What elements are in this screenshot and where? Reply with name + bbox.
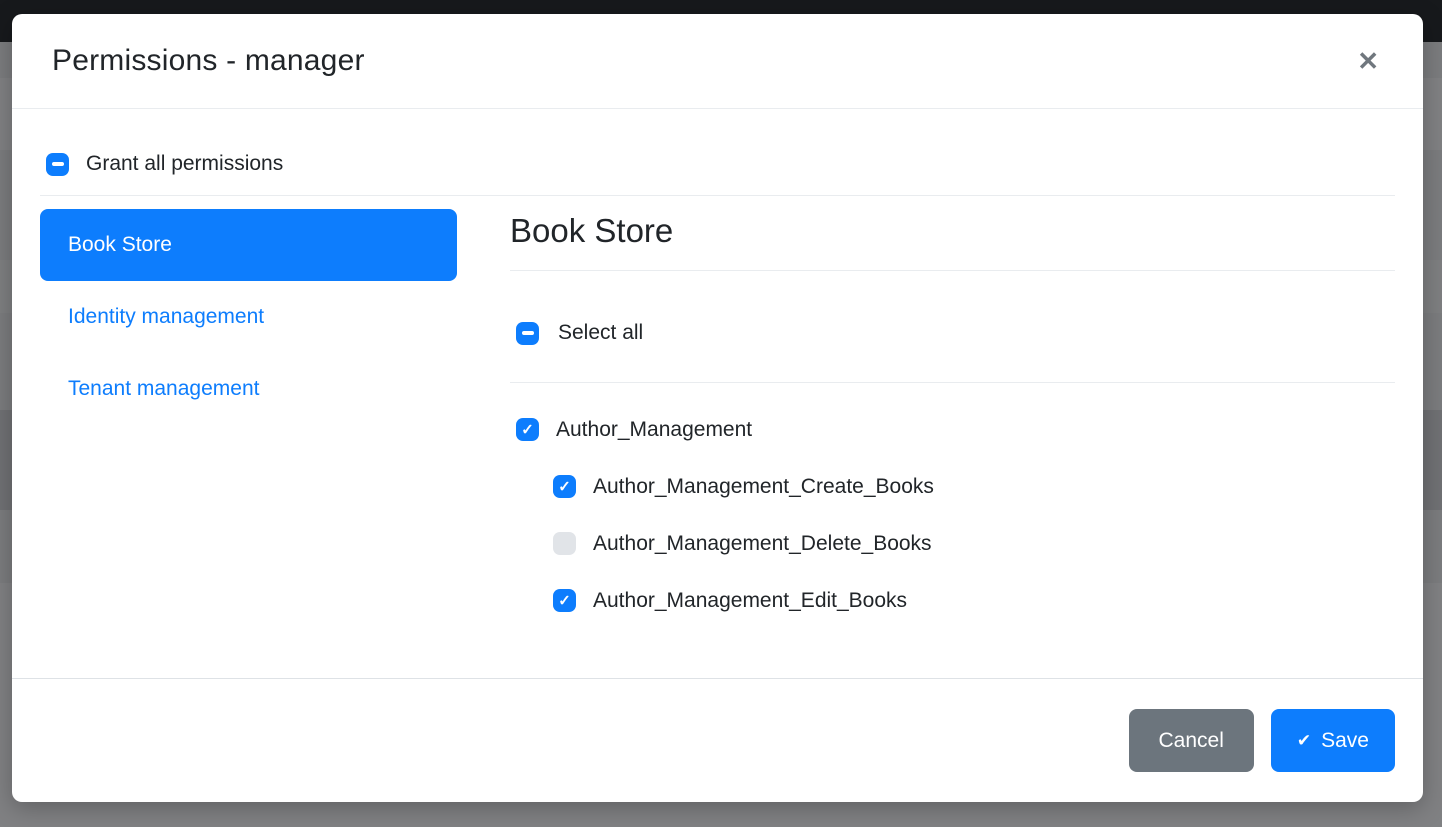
close-icon[interactable]: ✕ [1353, 44, 1383, 78]
permission-row: Author_Management_Delete_Books [510, 515, 1395, 572]
permission-label[interactable]: Author_Management_Delete_Books [593, 532, 932, 556]
modal-body: Grant all permissions Book StoreIdentity… [12, 109, 1423, 678]
tab-book-store[interactable]: Book Store [40, 209, 457, 281]
panel-heading: Book Store [510, 209, 1395, 271]
check-icon: ✓ [521, 423, 534, 438]
modal-footer: Cancel ✔ Save [12, 678, 1423, 802]
check-icon: ✔ [1297, 725, 1311, 756]
modal-header: Permissions - manager ✕ [12, 14, 1423, 109]
grant-all-checkbox[interactable] [46, 153, 69, 176]
permission-tree: ✓ Author_Management ✓ Author_Management_Cre… [510, 401, 1395, 629]
permissions-modal: Permissions - manager ✕ Grant all permis… [12, 14, 1423, 802]
check-icon: ✓ [558, 594, 571, 609]
permission-group-panel: Book Store Select all ✓ Author_Management… [510, 209, 1395, 629]
save-button-label: Save [1321, 725, 1369, 756]
check-icon: ✓ [558, 480, 571, 495]
tab-tenant-management[interactable]: Tenant management [40, 353, 457, 425]
cancel-button[interactable]: Cancel [1129, 709, 1254, 772]
permission-label[interactable]: Author_Management [556, 418, 752, 442]
permission-checkbox-checked[interactable]: ✓ [553, 589, 576, 612]
select-all-row: Select all [510, 318, 1395, 348]
permission-row: ✓ Author_Management [510, 401, 1395, 458]
divider [40, 195, 1395, 196]
tab-identity-management[interactable]: Identity management [40, 281, 457, 353]
modal-title: Permissions - manager [52, 44, 365, 78]
permission-checkbox-unchecked[interactable] [553, 532, 576, 555]
permission-label[interactable]: Author_Management_Create_Books [593, 475, 934, 499]
grant-all-label[interactable]: Grant all permissions [86, 152, 283, 176]
permission-row: ✓ Author_Management_Edit_Books [510, 572, 1395, 629]
save-button[interactable]: ✔ Save [1271, 709, 1395, 772]
permission-checkbox-checked[interactable]: ✓ [553, 475, 576, 498]
permission-label[interactable]: Author_Management_Edit_Books [593, 589, 907, 613]
permission-group-tabs: Book StoreIdentity managementTenant mana… [40, 209, 457, 425]
permissions-columns: Book StoreIdentity managementTenant mana… [40, 209, 1395, 629]
permission-checkbox-checked[interactable]: ✓ [516, 418, 539, 441]
select-all-checkbox[interactable] [516, 322, 539, 345]
divider [510, 382, 1395, 383]
grant-all-row: Grant all permissions [40, 149, 1395, 179]
permission-row: ✓ Author_Management_Create_Books [510, 458, 1395, 515]
select-all-label[interactable]: Select all [558, 321, 643, 345]
